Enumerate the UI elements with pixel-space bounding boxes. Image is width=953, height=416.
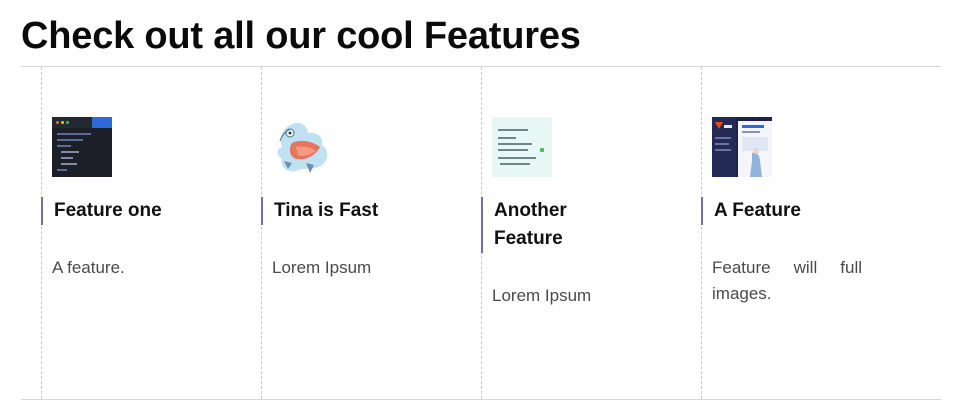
terminal-thumbnail <box>492 117 552 177</box>
feature-description: Feature will full images. <box>712 258 862 303</box>
webpage-thumbnail <box>712 117 772 177</box>
llama-illustration-thumbnail <box>272 117 332 177</box>
page-title: Check out all our cool Features <box>21 15 581 57</box>
feature-card: Tina is Fast Lorem Ipsum <box>261 67 481 399</box>
features-grid: Feature one A feature. Tina is Fast Lore… <box>0 67 953 399</box>
feature-card: Another Feature Lorem Ipsum <box>481 67 701 399</box>
feature-title: Another Feature <box>481 197 601 253</box>
feature-title: A Feature <box>701 197 861 225</box>
feature-title: Feature one <box>41 197 201 225</box>
bottom-divider <box>21 399 941 400</box>
feature-card: A Feature Feature will full images. <box>701 67 921 399</box>
code-editor-thumbnail <box>52 117 112 177</box>
feature-title: Tina is Fast <box>261 197 421 225</box>
feature-description: A feature. <box>52 258 125 277</box>
feature-card: Feature one A feature. <box>41 67 261 399</box>
feature-description: Lorem Ipsum <box>272 258 372 277</box>
feature-description: Lorem Ipsum <box>492 286 592 305</box>
